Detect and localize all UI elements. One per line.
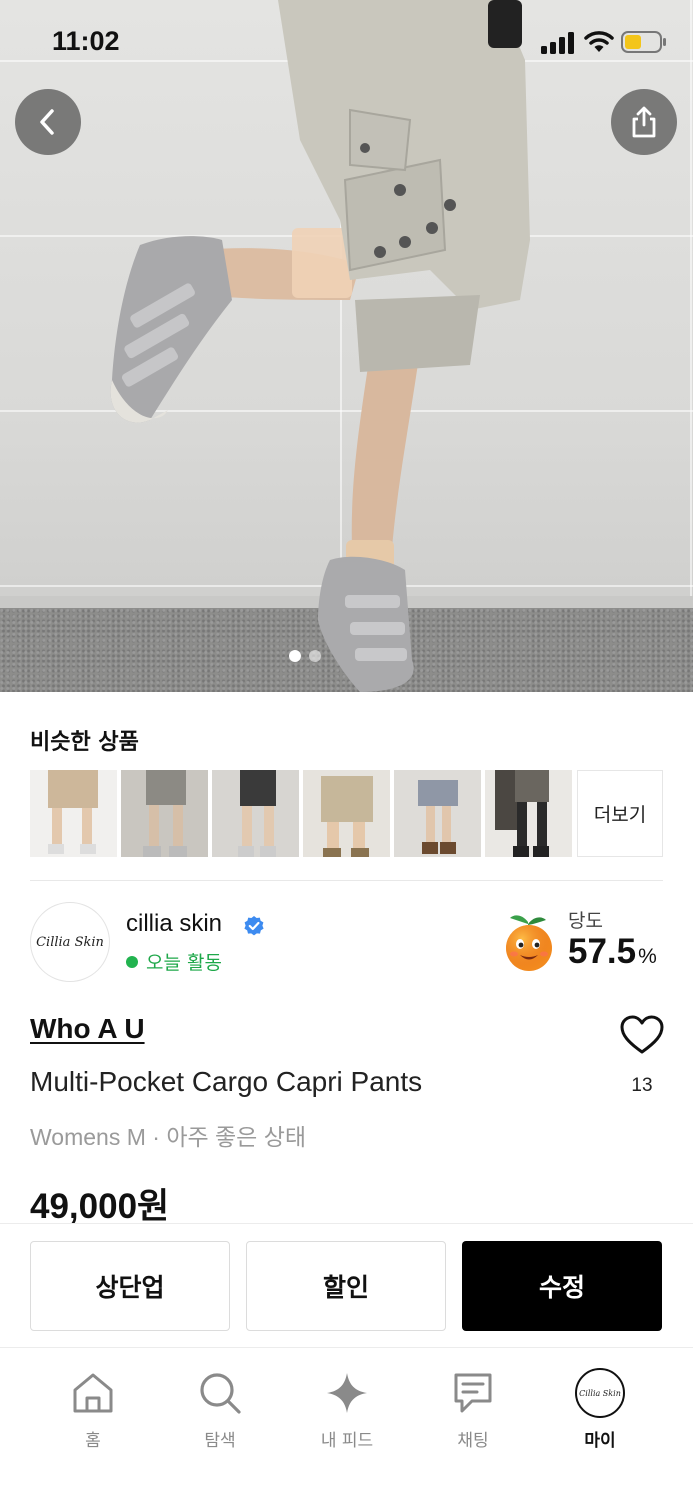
similar-section-title: 비슷한 상품 — [30, 730, 139, 755]
seller-avatar[interactable]: Cillia Skin — [30, 902, 110, 982]
thumbnail-image — [303, 770, 390, 857]
tab-home[interactable]: 홈 — [33, 1368, 153, 1451]
like-count: 13 — [631, 1075, 653, 1096]
seller-name[interactable]: cillia skin — [126, 910, 222, 938]
brand-link[interactable]: Who A U — [30, 1013, 145, 1045]
profile-avatar: Cillia Skin — [575, 1368, 625, 1418]
status-time: 11:02 — [52, 26, 120, 56]
edit-button[interactable]: 수정 — [462, 1241, 662, 1331]
similar-thumbnail[interactable] — [121, 770, 208, 857]
tab-feed[interactable]: 내 피드 — [287, 1368, 407, 1451]
activity-label: 오늘 활동 — [146, 952, 222, 974]
chevron-left-icon — [40, 109, 54, 135]
carousel-dot-active — [289, 650, 301, 662]
seller-activity-status: 오늘 활동 — [126, 948, 222, 975]
similar-thumbnail[interactable] — [394, 770, 481, 857]
back-button[interactable] — [15, 89, 81, 155]
thumbnail-image — [212, 770, 299, 857]
tab-search[interactable]: 탐색 — [160, 1368, 280, 1451]
tab-my-label: 마이 — [584, 1431, 616, 1451]
seller-avatar-logo: Cillia Skin — [36, 934, 104, 950]
similar-thumbnail[interactable] — [485, 770, 572, 857]
model-figure — [110, 0, 530, 692]
thumbnail-image — [394, 770, 481, 857]
section-divider — [30, 880, 663, 881]
carousel-indicator — [289, 650, 321, 662]
battery-icon — [621, 31, 666, 53]
verified-badge-icon — [244, 916, 264, 936]
tab-home-label: 홈 — [85, 1431, 101, 1451]
product-price: 49,000원 — [30, 1187, 170, 1226]
search-icon — [200, 1373, 241, 1414]
bottom-tab-bar: 홈 탐색 내 피드 채팅 Cillia Skin 마이 — [0, 1347, 693, 1500]
sweetness-unit: % — [638, 945, 657, 968]
share-button[interactable] — [611, 89, 677, 155]
home-icon — [73, 1373, 113, 1413]
similar-thumbnail[interactable] — [212, 770, 299, 857]
sparkle-icon — [327, 1373, 367, 1413]
discount-button[interactable]: 할인 — [246, 1241, 446, 1331]
thumbnail-image — [30, 770, 117, 857]
tab-chat-label: 채팅 — [457, 1431, 489, 1451]
product-size-condition: Womens M · 아주 좋은 상태 — [30, 1124, 307, 1150]
share-icon — [632, 106, 656, 138]
sweetness-label: 당도 — [568, 910, 603, 932]
heart-icon[interactable] — [620, 1015, 664, 1055]
thumbnail-image — [485, 770, 572, 857]
tab-my[interactable]: Cillia Skin 마이 — [540, 1368, 660, 1451]
action-bar: 상단업 할인 수정 — [0, 1223, 693, 1347]
product-photo[interactable] — [0, 0, 693, 692]
sweetness-score: 57.5% — [568, 932, 657, 972]
chat-icon — [454, 1373, 492, 1413]
bump-button[interactable]: 상단업 — [30, 1241, 230, 1331]
see-more-button[interactable]: 더보기 — [577, 770, 663, 857]
online-dot-icon — [126, 955, 138, 968]
wifi-icon — [584, 31, 614, 52]
status-bar: 11:02 — [0, 0, 693, 86]
carousel-dot — [309, 650, 321, 662]
profile-avatar-logo: Cillia Skin — [579, 1388, 621, 1398]
tab-feed-label: 내 피드 — [320, 1431, 374, 1451]
product-title: Multi-Pocket Cargo Capri Pants — [30, 1066, 423, 1097]
similar-thumbnails — [30, 770, 572, 857]
sweetness-value: 57.5 — [568, 932, 637, 971]
cellular-signal-icon — [541, 32, 574, 54]
tab-search-label: 탐색 — [204, 1431, 236, 1451]
thumbnail-image — [121, 770, 208, 857]
similar-thumbnail[interactable] — [303, 770, 390, 857]
tab-chat[interactable]: 채팅 — [413, 1368, 533, 1451]
orange-mascot-icon — [506, 915, 552, 971]
similar-thumbnail[interactable] — [30, 770, 117, 857]
